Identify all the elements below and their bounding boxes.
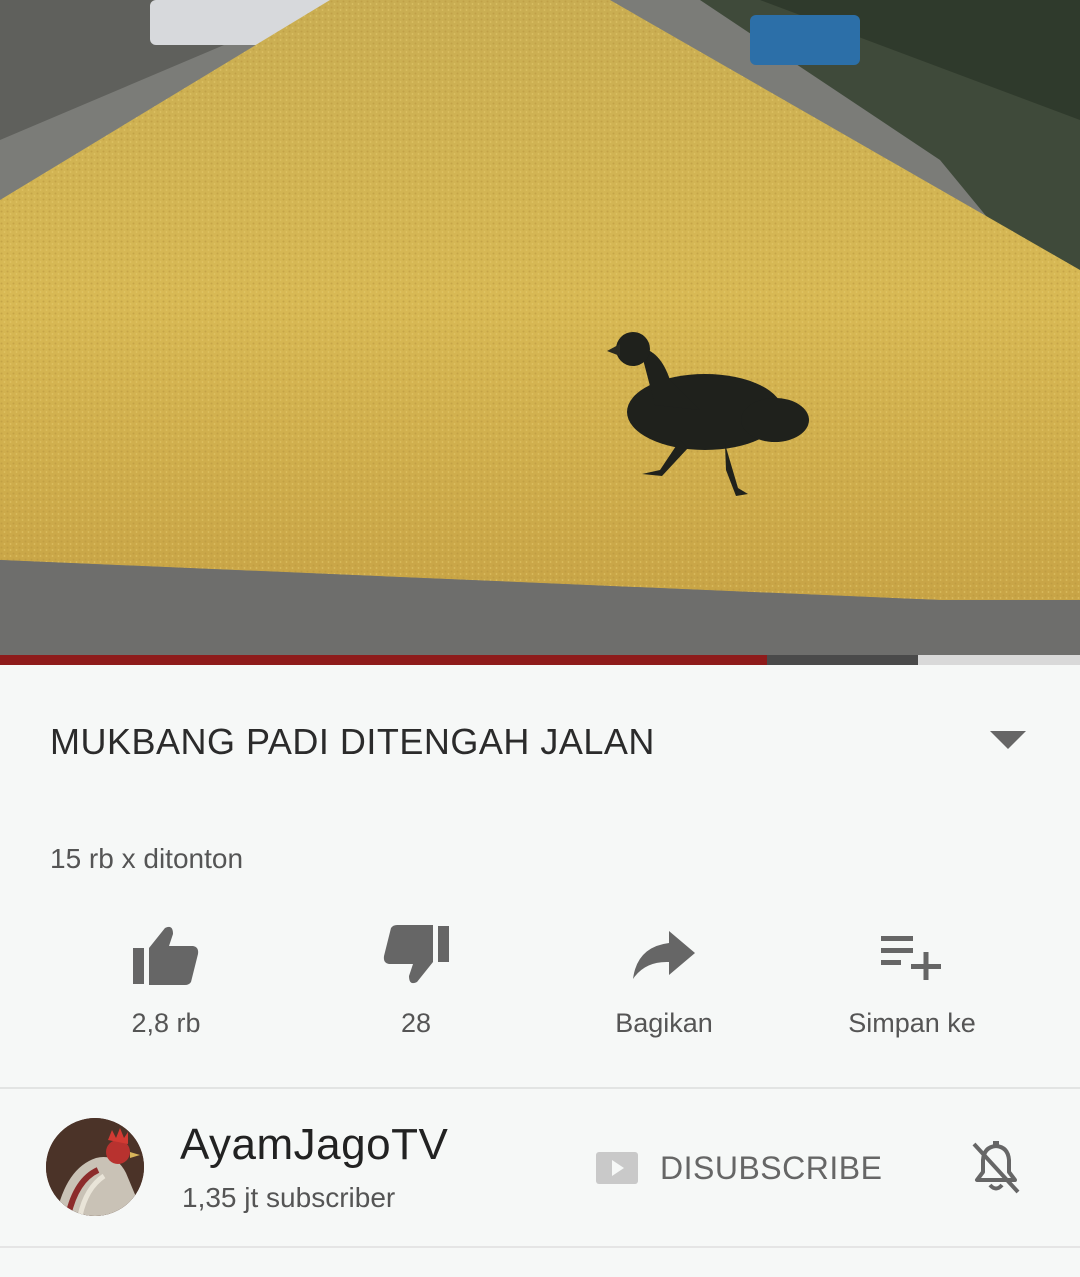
- notification-bell-button[interactable]: [966, 1138, 1026, 1203]
- channel-name[interactable]: AyamJagoTV: [180, 1120, 448, 1170]
- divider: [0, 1087, 1080, 1089]
- subscriber-count: 1,35 jt subscriber: [182, 1182, 396, 1213]
- thumbs-down-icon: [383, 925, 449, 984]
- save-to-button[interactable]: Simpan ke: [812, 920, 1012, 1039]
- save-to-label: Simpan ke: [848, 1008, 976, 1038]
- subscribe-button[interactable]: DISUBSCRIBE: [596, 1148, 882, 1188]
- thumbs-up-icon: [133, 926, 199, 985]
- channel-row: AyamJagoTV 1,35 jt subscriber DISUBSCRIB…: [0, 1092, 1080, 1244]
- playlist-add-icon: [881, 936, 941, 980]
- video-info: MUKBANG PADI DITENGAH JALAN 15 rb x dito…: [0, 665, 1080, 1089]
- share-button[interactable]: Bagikan: [564, 920, 764, 1039]
- view-count: 15 rb x ditonton: [50, 843, 244, 874]
- video-title: MUKBANG PADI DITENGAH JALAN: [50, 721, 655, 762]
- share-label: Bagikan: [615, 1008, 713, 1038]
- chevron-down-icon[interactable]: [990, 731, 1026, 749]
- video-progress-bar[interactable]: [0, 655, 1080, 665]
- action-bar: 2,8 rb 28 Bagikan Simpan ke: [0, 920, 1080, 1050]
- bell-off-icon: [972, 1141, 1020, 1194]
- title-row[interactable]: MUKBANG PADI DITENGAH JALAN: [50, 717, 1040, 767]
- video-player[interactable]: [0, 0, 1080, 655]
- bottom-divider: [0, 1246, 1080, 1248]
- subscribe-label: DISUBSCRIBE: [660, 1149, 883, 1186]
- avatar[interactable]: [46, 1118, 144, 1216]
- rooster-avatar-image: [46, 1118, 144, 1216]
- dislike-count: 28: [400, 1008, 432, 1038]
- like-button[interactable]: 2,8 rb: [66, 920, 266, 1039]
- progress-buffered: [767, 655, 918, 665]
- like-count: 2,8 rb: [131, 1008, 201, 1038]
- progress-played: [0, 655, 767, 665]
- video-frame: [0, 0, 1080, 655]
- dislike-button[interactable]: 28: [316, 920, 516, 1039]
- share-icon: [633, 931, 695, 979]
- video-play-icon: [596, 1152, 638, 1184]
